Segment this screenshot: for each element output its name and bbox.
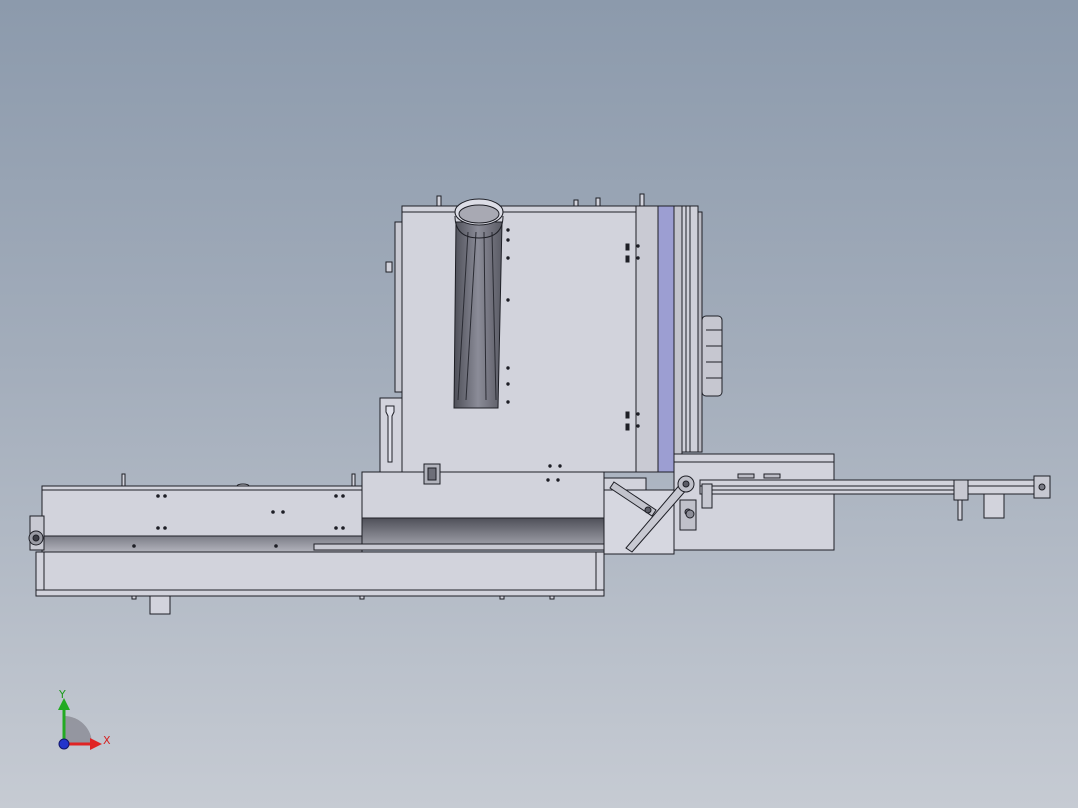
machine-assembly-model[interactable]: X Y	[0, 0, 1078, 808]
left-conveyor[interactable]	[28, 473, 363, 555]
base-frame[interactable]	[35, 551, 605, 615]
triad-y-label: Y	[58, 688, 66, 701]
coordinate-triad: X Y	[58, 688, 111, 750]
triad-x-label: X	[103, 734, 111, 747]
triad-z-axis	[58, 738, 70, 750]
center-housing[interactable]	[313, 463, 675, 555]
triad-plane-indicator	[64, 716, 92, 744]
main-cabinet[interactable]	[379, 193, 723, 473]
feed-funnel[interactable]	[453, 198, 504, 409]
drive-housing[interactable]	[673, 453, 835, 551]
cad-graphics-area[interactable]: X Y	[0, 0, 1078, 808]
triad-x-arrowhead	[90, 738, 102, 750]
